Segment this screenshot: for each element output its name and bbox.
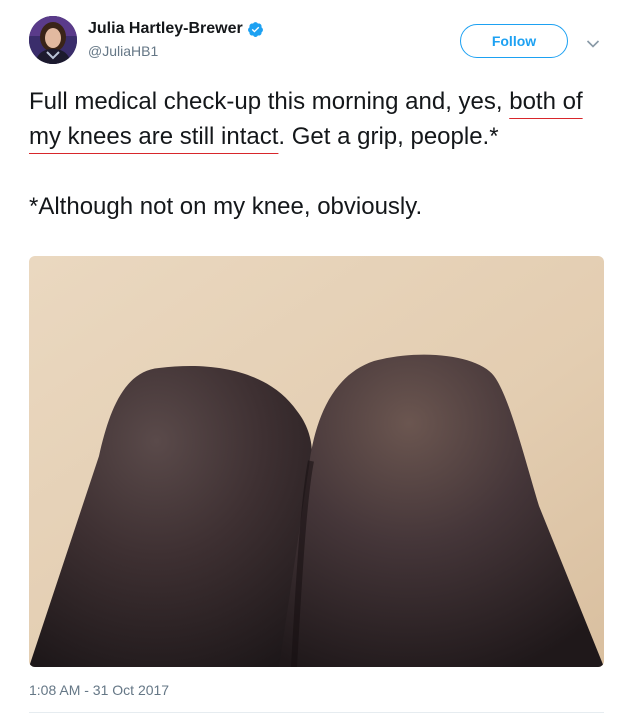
tweet-footnote: *Although not on my knee, obviously. xyxy=(29,193,423,220)
name-row: Julia Hartley-Brewer xyxy=(88,19,264,39)
tweet-text-after: . Get a grip, people.* xyxy=(278,123,499,150)
follow-button[interactable]: Follow xyxy=(460,24,568,58)
timestamp[interactable]: 1:08 AM - 31 Oct 2017 xyxy=(29,682,169,698)
avatar[interactable] xyxy=(29,16,77,64)
verified-badge-icon xyxy=(247,21,264,38)
display-name[interactable]: Julia Hartley-Brewer xyxy=(88,19,243,39)
author-block: Julia Hartley-Brewer @JuliaHB1 xyxy=(88,19,264,60)
tweet-photo[interactable] xyxy=(29,256,604,667)
chevron-down-icon[interactable] xyxy=(586,36,600,48)
tweet-body: Full medical check-up this morning and, … xyxy=(29,84,609,154)
divider xyxy=(29,712,604,713)
handle[interactable]: @JuliaHB1 xyxy=(88,42,264,60)
tweet-text-before: Full medical check-up this morning and, … xyxy=(29,88,510,115)
tweet-card: Julia Hartley-Brewer @JuliaHB1 Follow Fu… xyxy=(0,0,634,714)
tweet-text: Full medical check-up this morning and, … xyxy=(29,84,609,224)
